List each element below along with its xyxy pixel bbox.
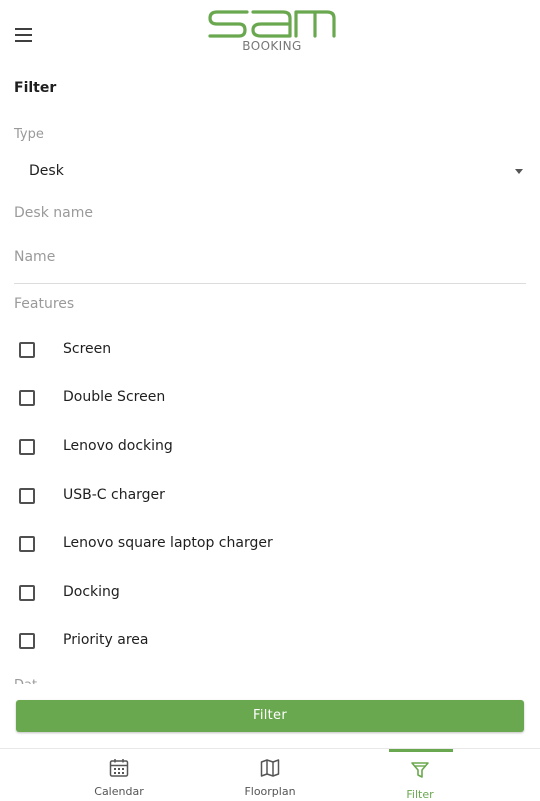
checkbox[interactable] bbox=[19, 488, 35, 504]
bottom-navigation: Calendar Floorplan Filter bbox=[0, 748, 540, 801]
next-section-label: Dat bbox=[14, 677, 37, 684]
checkbox[interactable] bbox=[19, 633, 35, 649]
checkbox[interactable] bbox=[19, 439, 35, 455]
filter-title: Filter bbox=[14, 80, 57, 96]
chevron-down-icon bbox=[515, 169, 523, 174]
feature-option-double-screen[interactable]: Double Screen bbox=[0, 378, 540, 418]
logo-subtitle: BOOKING bbox=[242, 39, 302, 53]
sam-logo-mark bbox=[208, 10, 336, 38]
map-icon bbox=[260, 759, 280, 777]
feature-option-usb-c-charger[interactable]: USB-C charger bbox=[0, 476, 540, 516]
sam-booking-logo: BOOKING bbox=[206, 8, 338, 60]
feature-label: Docking bbox=[63, 584, 120, 600]
feature-option-docking[interactable]: Docking bbox=[0, 573, 540, 613]
checkbox[interactable] bbox=[19, 342, 35, 358]
active-tab-indicator bbox=[389, 749, 453, 752]
filter-icon bbox=[411, 762, 429, 778]
nav-calendar[interactable]: Calendar bbox=[59, 749, 179, 801]
feature-label: Priority area bbox=[63, 632, 149, 648]
feature-option-lenovo-square-charger[interactable]: Lenovo square laptop charger bbox=[0, 524, 540, 564]
app-header: BOOKING bbox=[0, 0, 540, 68]
feature-label: USB-C charger bbox=[63, 487, 165, 503]
calendar-icon bbox=[109, 759, 129, 777]
feature-label: Screen bbox=[63, 341, 112, 357]
feature-option-screen[interactable]: Screen bbox=[0, 330, 540, 370]
feature-option-lenovo-docking[interactable]: Lenovo docking bbox=[0, 427, 540, 467]
name-input[interactable] bbox=[14, 240, 526, 274]
nav-floorplan-label: Floorplan bbox=[244, 785, 296, 798]
nav-calendar-label: Calendar bbox=[94, 785, 144, 798]
desk-name-input[interactable] bbox=[14, 196, 526, 230]
filter-panel[interactable]: Filter Type Desk Features Screen Double … bbox=[0, 68, 540, 692]
features-label: Features bbox=[14, 296, 75, 312]
type-select[interactable]: Desk bbox=[14, 156, 526, 186]
type-select-value: Desk bbox=[29, 163, 64, 179]
feature-label: Double Screen bbox=[63, 389, 166, 405]
nav-filter-label: Filter bbox=[406, 788, 434, 801]
checkbox[interactable] bbox=[19, 536, 35, 552]
feature-label: Lenovo square laptop charger bbox=[63, 535, 273, 551]
nav-filter[interactable]: Filter bbox=[360, 749, 480, 801]
checkbox[interactable] bbox=[19, 585, 35, 601]
name-field[interactable] bbox=[14, 240, 526, 274]
filter-button[interactable]: Filter bbox=[16, 700, 524, 732]
hamburger-menu-icon[interactable] bbox=[14, 26, 36, 44]
field-divider bbox=[14, 283, 526, 284]
feature-label: Lenovo docking bbox=[63, 438, 173, 454]
type-label: Type bbox=[14, 127, 44, 142]
feature-option-priority-area[interactable]: Priority area bbox=[0, 621, 540, 661]
desk-name-field[interactable] bbox=[14, 196, 526, 230]
checkbox[interactable] bbox=[19, 390, 35, 406]
nav-floorplan[interactable]: Floorplan bbox=[210, 749, 330, 801]
